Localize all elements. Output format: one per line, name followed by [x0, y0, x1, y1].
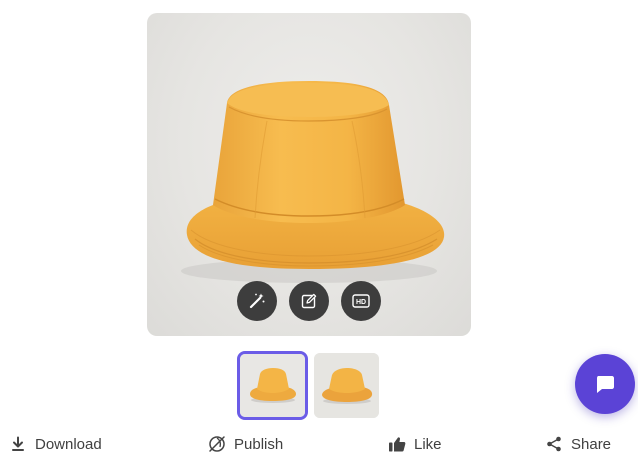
like-label: Like [414, 435, 442, 453]
thumbnail-1[interactable] [237, 351, 308, 420]
thumbnail-2[interactable] [314, 353, 379, 418]
publish-label: Publish [234, 435, 284, 453]
thumbnail-strip [237, 351, 379, 420]
hd-upscale-button[interactable]: HD [341, 281, 381, 321]
thumbs-up-icon [388, 435, 406, 453]
magic-edit-button[interactable] [237, 281, 277, 321]
download-icon [9, 435, 27, 453]
thumbnail-hat-image [314, 353, 379, 418]
share-button[interactable]: Share [545, 433, 611, 455]
share-label: Share [571, 435, 612, 453]
hd-icon: HD [352, 294, 370, 308]
like-button[interactable]: Like [388, 433, 442, 455]
download-label: Download [35, 435, 102, 453]
magic-wand-icon [249, 293, 265, 309]
hd-label: HD [356, 299, 366, 306]
download-button[interactable]: Download [9, 433, 102, 455]
publish-icon [208, 435, 226, 453]
publish-button[interactable]: Publish [208, 433, 283, 455]
image-result-view: HD Download Publish Like Share [0, 0, 638, 461]
share-icon [545, 435, 563, 453]
edit-button[interactable] [289, 281, 329, 321]
chat-button[interactable] [575, 354, 635, 414]
chat-bubble-icon [597, 376, 614, 393]
preview-toolbar: HD [147, 281, 471, 321]
thumbnail-hat-image [240, 354, 305, 417]
main-preview-image: HD [147, 13, 471, 336]
edit-icon [301, 293, 317, 309]
